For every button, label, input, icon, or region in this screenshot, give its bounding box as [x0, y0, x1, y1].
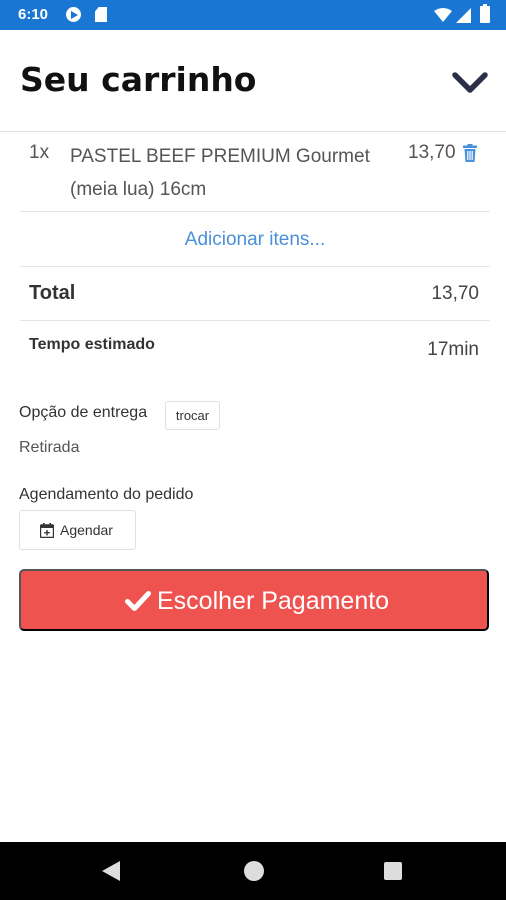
check-icon [125, 591, 151, 611]
status-bar: 6:10 [0, 0, 506, 30]
back-icon[interactable] [102, 861, 122, 881]
delivery-option-value: Retirada [19, 439, 80, 456]
total-label: Total [29, 282, 76, 304]
sd-card-icon [95, 7, 107, 22]
add-items-link[interactable]: Adicionar itens... [20, 213, 490, 267]
swap-delivery-button[interactable]: trocar [165, 401, 220, 430]
play-protect-icon [66, 7, 81, 22]
wifi-icon [434, 8, 452, 22]
total-row: Total 13,70 [20, 268, 490, 321]
item-quantity: 1x [29, 142, 50, 163]
calendar-plus-icon [40, 523, 54, 538]
system-nav-bar [0, 842, 506, 900]
recents-icon[interactable] [384, 862, 402, 880]
page-title: Seu carrinho [20, 60, 257, 99]
cart-header: Seu carrinho [0, 30, 506, 132]
schedule-button[interactable]: Agendar [19, 510, 136, 550]
total-value: 13,70 [431, 283, 479, 304]
eta-row: Tempo estimado 17min [20, 322, 490, 378]
eta-label: Tempo estimado [29, 336, 155, 353]
eta-value: 17min [427, 339, 479, 360]
schedule-label: Agendamento do pedido [19, 486, 194, 503]
delivery-option-label: Opção de entrega [19, 404, 148, 421]
chevron-down-icon[interactable] [450, 68, 490, 98]
trash-icon[interactable] [462, 144, 478, 162]
choose-payment-button[interactable]: Escolher Pagamento [19, 569, 489, 631]
status-time: 6:10 [18, 6, 49, 23]
cart-item: 1x PASTEL BEEF PREMIUM Gourmet (meia lua… [20, 132, 490, 212]
schedule-button-label: Agendar [60, 522, 113, 538]
item-name: PASTEL BEEF PREMIUM Gourmet (meia lua) 1… [70, 146, 370, 200]
battery-icon [480, 4, 490, 23]
signal-icon [456, 8, 471, 23]
home-icon[interactable] [244, 861, 264, 881]
choose-payment-label: Escolher Pagamento [157, 587, 390, 615]
item-price: 13,70 [408, 142, 456, 163]
